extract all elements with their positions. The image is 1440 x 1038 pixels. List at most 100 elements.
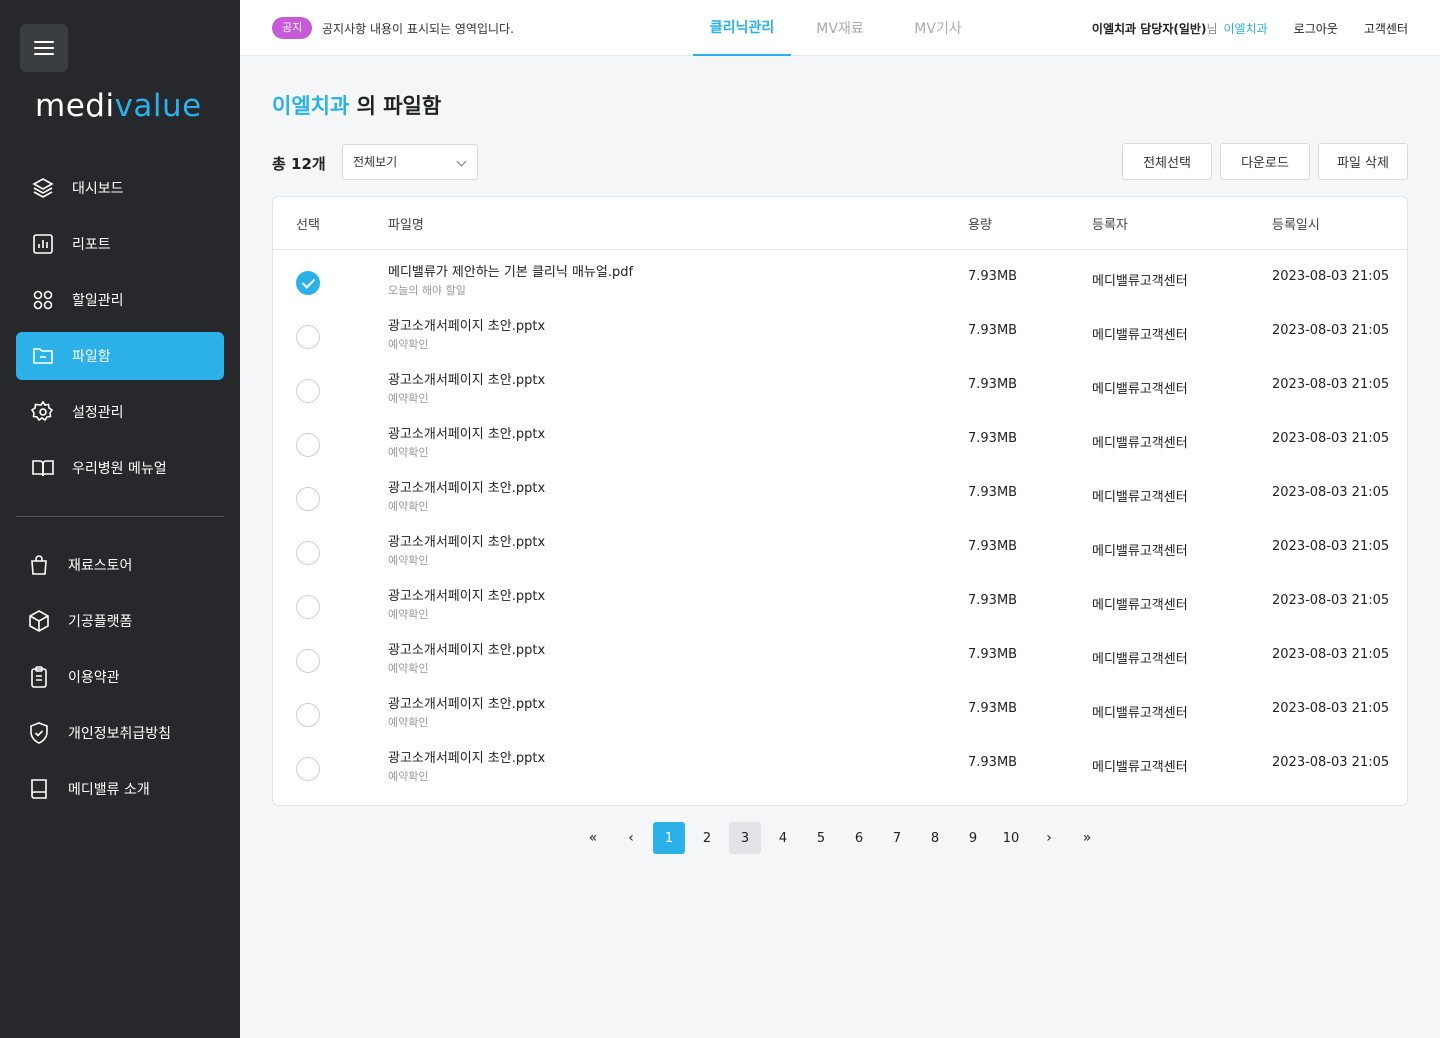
- sidebar-item-store[interactable]: 재료스토어: [16, 541, 224, 589]
- tab-clinic[interactable]: 클리닉관리: [693, 0, 791, 56]
- page-button[interactable]: 3: [729, 822, 761, 854]
- sidebar: medivalue 대시보드 리포트 할일관리 파일함 설정관리 우리병원 메뉴…: [0, 0, 240, 1038]
- row-checkbox[interactable]: [296, 541, 320, 565]
- file-name[interactable]: 광고소개서페이지 초안.pptx: [388, 693, 545, 712]
- row-checkbox[interactable]: [296, 757, 320, 781]
- row-checkbox[interactable]: [296, 487, 320, 511]
- file-subtitle: 예약확인: [388, 500, 429, 513]
- column-header-size: 용량: [968, 218, 992, 233]
- sidebar-item-settings[interactable]: 설정관리: [16, 388, 224, 436]
- sidebar-item-manual[interactable]: 우리병원 메뉴얼: [16, 444, 224, 492]
- download-button[interactable]: 다운로드: [1220, 143, 1310, 180]
- file-name[interactable]: 광고소개서페이지 초안.pptx: [388, 639, 545, 658]
- file-size: 7.93MB: [968, 647, 1018, 662]
- table-row[interactable]: 광고소개서페이지 초안.pptx 예약확인 7.93MB 메디밸류고객센터 2023-0…: [273, 742, 1407, 796]
- file-subtitle: 예약확인: [388, 662, 429, 675]
- file-name[interactable]: 광고소개서페이지 초안.pptx: [388, 369, 545, 388]
- sidebar-item-label: 메디밸류 소개: [68, 782, 150, 798]
- column-header-filename: 파일명: [388, 218, 424, 233]
- tab-mv-material[interactable]: MV재료: [791, 0, 889, 56]
- file-date: 2023-08-03 21:05: [1272, 269, 1390, 284]
- next-page-button[interactable]: ›: [1033, 822, 1065, 854]
- tab-mv-technician[interactable]: MV기사: [889, 0, 987, 56]
- support-link[interactable]: 고객센터: [1364, 20, 1408, 37]
- file-size: 7.93MB: [968, 323, 1018, 338]
- file-writer: 메디밸류고객센터: [1092, 328, 1188, 343]
- topbar: 공지 공지사항 내용이 표시되는 영역입니다. 클리닉관리 MV재료 MV기사 …: [240, 0, 1440, 56]
- sidebar-item-label: 기공플랫폼: [68, 614, 133, 630]
- row-checkbox[interactable]: [296, 433, 320, 457]
- delete-file-button[interactable]: 파일 삭제: [1318, 143, 1408, 180]
- file-size: 7.93MB: [968, 755, 1018, 770]
- sidebar-item-terms[interactable]: 이용약관: [16, 653, 224, 701]
- file-writer: 메디밸류고객센터: [1092, 652, 1188, 667]
- filter-select[interactable]: 전체보기: [342, 144, 478, 180]
- sidebar-item-privacy[interactable]: 개인정보취급방침: [16, 709, 224, 757]
- file-date: 2023-08-03 21:05: [1272, 755, 1390, 770]
- row-checkbox[interactable]: [296, 649, 320, 673]
- file-name[interactable]: 광고소개서페이지 초안.pptx: [388, 315, 545, 334]
- file-date: 2023-08-03 21:05: [1272, 593, 1390, 608]
- user-name: 이엘치과 담당자(일반): [1091, 22, 1207, 36]
- chevron-down-icon: [456, 156, 467, 167]
- main-nav: 대시보드 리포트 할일관리 파일함 설정관리 우리병원 메뉴얼: [16, 164, 224, 500]
- table-row[interactable]: 광고소개서페이지 초안.pptx 예약확인 7.93MB 메디밸류고객센터 2023-0…: [273, 580, 1407, 634]
- notice-text[interactable]: 공지사항 내용이 표시되는 영역입니다.: [322, 20, 514, 37]
- first-page-button[interactable]: «: [577, 822, 609, 854]
- shield-icon: [26, 720, 52, 746]
- sidebar-item-about[interactable]: 메디밸류 소개: [16, 765, 224, 813]
- file-writer: 메디밸류고객센터: [1092, 706, 1188, 721]
- file-name[interactable]: 광고소개서페이지 초안.pptx: [388, 477, 545, 496]
- file-size: 7.93MB: [968, 593, 1018, 608]
- row-checkbox[interactable]: [296, 271, 320, 295]
- table-row[interactable]: 메디밸류가 제안하는 기본 클리닉 매뉴얼.pdf 오늘의 해야 할일 7.93MB…: [273, 256, 1407, 310]
- user-clinic[interactable]: 이엘치과: [1223, 20, 1267, 37]
- page-button[interactable]: 8: [919, 822, 951, 854]
- sidebar-item-tasks[interactable]: 할일관리: [16, 276, 224, 324]
- row-checkbox[interactable]: [296, 325, 320, 349]
- row-checkbox[interactable]: [296, 703, 320, 727]
- page-button[interactable]: 1: [653, 822, 685, 854]
- table-row[interactable]: 광고소개서페이지 초안.pptx 예약확인 7.93MB 메디밸류고객센터 2023-0…: [273, 688, 1407, 742]
- top-tabs: 클리닉관리 MV재료 MV기사: [693, 0, 987, 56]
- file-name[interactable]: 광고소개서페이지 초안.pptx: [388, 585, 545, 604]
- file-subtitle: 예약확인: [388, 446, 429, 459]
- table-row[interactable]: 광고소개서페이지 초안.pptx 예약확인 7.93MB 메디밸류고객센터 2023-0…: [273, 310, 1407, 364]
- logout-link[interactable]: 로그아웃: [1294, 20, 1338, 37]
- page-button[interactable]: 5: [805, 822, 837, 854]
- page-button[interactable]: 10: [995, 822, 1027, 854]
- file-name[interactable]: 광고소개서페이지 초안.pptx: [388, 531, 545, 550]
- table-row[interactable]: 광고소개서페이지 초안.pptx 예약확인 7.93MB 메디밸류고객센터 2023-0…: [273, 364, 1407, 418]
- table-row[interactable]: 광고소개서페이지 초안.pptx 예약확인 7.93MB 메디밸류고객센터 2023-0…: [273, 634, 1407, 688]
- table-row[interactable]: 광고소개서페이지 초안.pptx 예약확인 7.93MB 메디밸류고객센터 2023-0…: [273, 526, 1407, 580]
- sidebar-item-label: 파일함: [72, 349, 111, 365]
- file-name[interactable]: 광고소개서페이지 초안.pptx: [388, 423, 545, 442]
- logo[interactable]: medivalue: [35, 88, 202, 124]
- book-open-icon: [30, 455, 56, 481]
- file-writer: 메디밸류고객센터: [1092, 382, 1188, 397]
- row-checkbox[interactable]: [296, 379, 320, 403]
- sidebar-item-label: 리포트: [72, 237, 111, 253]
- sidebar-item-lab-platform[interactable]: 기공플랫폼: [16, 597, 224, 645]
- page-button[interactable]: 7: [881, 822, 913, 854]
- sidebar-item-label: 이용약관: [68, 670, 120, 686]
- row-checkbox[interactable]: [296, 595, 320, 619]
- sidebar-item-report[interactable]: 리포트: [16, 220, 224, 268]
- file-name[interactable]: 메디밸류가 제안하는 기본 클리닉 매뉴얼.pdf: [388, 261, 633, 280]
- table-row[interactable]: 광고소개서페이지 초안.pptx 예약확인 7.93MB 메디밸류고객센터 2023-0…: [273, 472, 1407, 526]
- sidebar-item-dashboard[interactable]: 대시보드: [16, 164, 224, 212]
- page-button[interactable]: 6: [843, 822, 875, 854]
- bag-icon: [26, 552, 52, 578]
- last-page-button[interactable]: »: [1071, 822, 1103, 854]
- hamburger-menu-button[interactable]: [20, 24, 68, 72]
- file-name[interactable]: 광고소개서페이지 초안.pptx: [388, 747, 545, 766]
- table-row[interactable]: 광고소개서페이지 초안.pptx 예약확인 7.93MB 메디밸류고객센터 2023-0…: [273, 418, 1407, 472]
- prev-page-button[interactable]: ‹: [615, 822, 647, 854]
- page-button[interactable]: 2: [691, 822, 723, 854]
- page-button[interactable]: 9: [957, 822, 989, 854]
- file-subtitle: 예약확인: [388, 608, 429, 621]
- user-suffix: 님: [1206, 22, 1218, 36]
- sidebar-item-files[interactable]: 파일함: [16, 332, 224, 380]
- page-button[interactable]: 4: [767, 822, 799, 854]
- select-all-button[interactable]: 전체선택: [1122, 143, 1212, 180]
